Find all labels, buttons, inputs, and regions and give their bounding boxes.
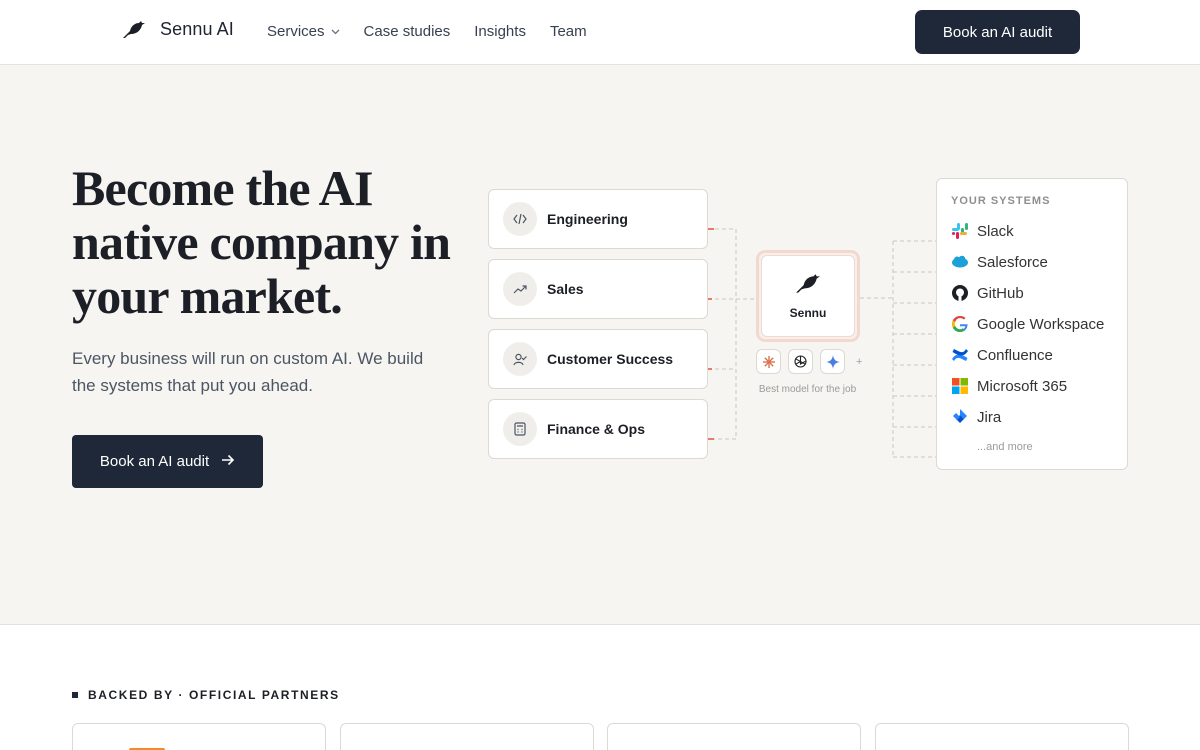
system-github: GitHub [951,284,1024,302]
brand-name: Sennu AI [160,19,234,39]
nav-services[interactable]: Services [267,23,340,40]
more-models-plus: + [856,355,863,368]
partners-label: BACKED BY · OFFICIAL PARTNERS [88,688,340,702]
dept-customer-success[interactable]: Customer Success [488,329,708,389]
system-label: Google Workspace [977,315,1105,333]
system-label: Salesforce [977,253,1048,271]
nav-services-label: Services [267,23,325,40]
systems-more: ...and more [977,441,1033,453]
microsoft-icon [952,378,968,394]
square-bullet-icon [72,692,78,698]
system-salesforce: Salesforce [951,253,1048,271]
models-caption: Best model for the job [758,384,857,395]
calculator-icon [503,412,537,446]
slack-icon [952,223,968,239]
dept-label: Sales [547,281,584,297]
partner-card [340,723,594,750]
system-label: Microsoft 365 [977,377,1068,395]
brand[interactable]: Sennu AI [122,19,234,40]
hub-label: Sennu [789,305,827,320]
user-check-icon [503,342,537,376]
confluence-icon [952,349,968,361]
system-label: Slack [977,222,1014,240]
trend-up-icon [503,272,537,306]
dept-label: Customer Success [547,351,674,367]
dept-engineering[interactable]: Engineering [488,189,708,249]
system-confluence: Confluence [951,346,1053,364]
sennu-hub: Sennu [756,250,860,342]
nav-book-audit-button[interactable]: Book an AI audit [915,10,1080,54]
dept-label: Engineering [547,211,628,227]
github-icon [952,285,968,301]
gemini-icon [820,349,845,374]
model-chips: + [756,349,862,374]
system-jira: Jira [951,408,1001,426]
hero-section: Become the AI native company in your mar… [0,65,1200,625]
jira-icon [953,409,967,423]
code-icon [503,202,537,236]
dept-sales[interactable]: Sales [488,259,708,319]
partners-heading: BACKED BY · OFFICIAL PARTNERS [72,688,340,702]
systems-title: YOUR SYSTEMS [951,195,1051,207]
system-label: Confluence [977,346,1053,364]
dept-label: Finance & Ops [547,421,646,437]
top-nav: Sennu AI Services Case studies Insights … [0,0,1200,65]
nav-links: Services Case studies Insights Team [267,23,587,40]
openai-icon [788,349,813,374]
bird-logo-icon [122,20,146,40]
google-icon [952,316,968,332]
chevron-down-icon [331,29,340,35]
claude-icon [756,349,781,374]
hub-card: Sennu [761,255,855,337]
partner-card [607,723,861,750]
system-microsoft-365: Microsoft 365 [951,377,1067,395]
systems-panel: YOUR SYSTEMS Slack Salesforce GitHub Goo… [936,178,1128,470]
partner-card [875,723,1129,750]
system-label: GitHub [977,284,1024,302]
bird-logo-icon [795,273,821,300]
dept-finance-ops[interactable]: Finance & Ops [488,399,708,459]
system-slack: Slack [951,222,1014,240]
system-label: Jira [977,408,1002,426]
nav-case-studies[interactable]: Case studies [364,23,451,40]
nav-insights[interactable]: Insights [474,23,526,40]
partner-card [72,723,326,750]
salesforce-icon [952,255,968,268]
system-google-workspace: Google Workspace [951,315,1104,333]
nav-team[interactable]: Team [550,23,587,40]
